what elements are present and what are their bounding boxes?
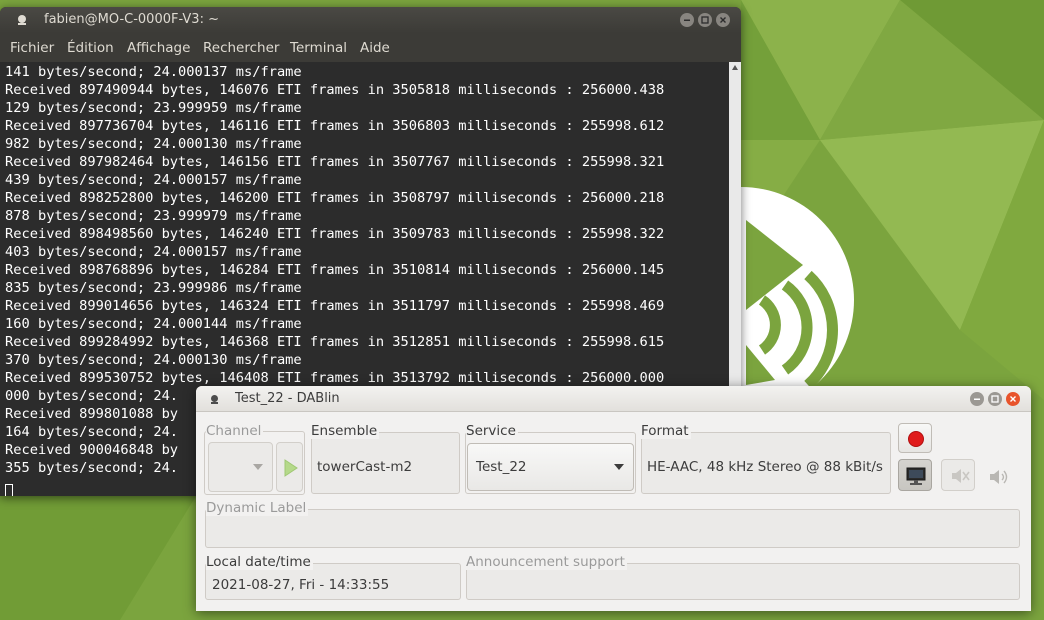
menu-affichage[interactable]: Affichage	[127, 40, 190, 56]
scroll-up-icon[interactable]	[731, 64, 739, 72]
minimize-icon	[974, 398, 980, 400]
channel-combobox[interactable]	[208, 442, 273, 492]
local-datetime-value: 2021-08-27, Fri - 14:33:55	[212, 577, 390, 593]
terminal-line: 835 bytes/second; 23.999986 ms/frame	[5, 280, 302, 296]
terminal-line: 160 bytes/second; 24.000144 ms/frame	[5, 316, 302, 332]
service-label: Service	[466, 423, 518, 439]
dablin-title: Test_22 - DABlin	[235, 391, 340, 406]
maximize-icon	[701, 16, 709, 24]
terminal-title: fabien@MO-C-0000F-V3: ~	[44, 12, 219, 27]
monitor-icon	[906, 467, 926, 485]
terminal-line: 141 bytes/second; 24.000137 ms/frame	[5, 64, 302, 80]
chevron-down-icon	[253, 464, 263, 470]
dynamic-label-frame	[205, 509, 1020, 548]
terminal-line: Received 899284992 bytes, 146368 ETI fra…	[5, 334, 665, 350]
ensemble-value: towerCast-m2	[317, 459, 413, 475]
menu-fichier[interactable]: Fichier	[10, 40, 54, 56]
minimize-icon	[684, 19, 690, 21]
dablin-titlebar[interactable]: Test_22 - DABlin	[196, 386, 1031, 412]
maximize-button[interactable]	[698, 13, 712, 27]
app-dot-icon	[18, 15, 26, 25]
minimize-button[interactable]	[680, 13, 694, 27]
app-dot-icon	[211, 395, 218, 404]
terminal-line: 439 bytes/second; 24.000157 ms/frame	[5, 172, 302, 188]
terminal-line: 878 bytes/second; 23.999979 ms/frame	[5, 208, 302, 224]
slideshow-toggle-button[interactable]	[898, 459, 932, 491]
terminal-line: Received 898498560 bytes, 146240 ETI fra…	[5, 226, 665, 242]
menu-terminal[interactable]: Terminal	[290, 40, 347, 56]
channel-label: Channel	[206, 423, 264, 439]
terminal-cursor	[5, 484, 13, 496]
ensemble-label: Ensemble	[311, 423, 380, 439]
maximize-icon	[991, 395, 999, 403]
play-icon	[284, 459, 298, 477]
close-icon	[1010, 396, 1016, 402]
dablin-window[interactable]: Test_22 - DABlin Channel Ensemble towerC…	[196, 386, 1031, 611]
chevron-down-icon	[614, 464, 624, 470]
service-value: Test_22	[476, 459, 527, 475]
mute-button[interactable]	[941, 459, 975, 491]
close-button[interactable]	[1006, 392, 1020, 406]
close-button[interactable]	[716, 13, 730, 27]
speaker-icon[interactable]	[987, 466, 1013, 488]
local-datetime-label: Local date/time	[206, 554, 313, 570]
terminal-line: Received 899530752 bytes, 146408 ETI fra…	[5, 370, 665, 386]
record-button[interactable]	[898, 423, 932, 453]
menu-rechercher[interactable]: Rechercher	[203, 40, 279, 56]
maximize-button[interactable]	[988, 392, 1002, 406]
minimize-button[interactable]	[970, 392, 984, 406]
menu-edition[interactable]: Édition	[67, 40, 114, 56]
terminal-line: 982 bytes/second; 24.000130 ms/frame	[5, 136, 302, 152]
terminal-menubar: Fichier Édition Affichage Rechercher Ter…	[0, 33, 741, 62]
format-value: HE-AAC, 48 kHz Stereo @ 88 kBit/s	[647, 459, 883, 475]
service-combobox[interactable]: Test_22	[467, 443, 634, 491]
terminal-line: Received 899014656 bytes, 146324 ETI fra…	[5, 298, 665, 314]
dynamic-label-label: Dynamic Label	[206, 500, 309, 516]
terminal-line: Received 897982464 bytes, 146156 ETI fra…	[5, 154, 665, 170]
terminal-line: Received 897490944 bytes, 146076 ETI fra…	[5, 82, 665, 98]
terminal-line: Received 897736704 bytes, 146116 ETI fra…	[5, 118, 665, 134]
terminal-titlebar[interactable]: fabien@MO-C-0000F-V3: ~	[0, 7, 741, 33]
format-label: Format	[641, 423, 691, 439]
terminal-line: 370 bytes/second; 24.000130 ms/frame	[5, 352, 302, 368]
terminal-line: 403 bytes/second; 24.000157 ms/frame	[5, 244, 302, 260]
play-button[interactable]	[276, 442, 303, 492]
close-icon	[720, 17, 726, 23]
record-icon	[908, 431, 924, 447]
terminal-line: Received 898252800 bytes, 146200 ETI fra…	[5, 190, 665, 206]
terminal-line: 129 bytes/second; 23.999959 ms/frame	[5, 100, 302, 116]
announcement-label: Announcement support	[466, 554, 627, 570]
mute-icon	[952, 469, 970, 483]
menu-aide[interactable]: Aide	[360, 40, 390, 56]
terminal-line: Received 898768896 bytes, 146284 ETI fra…	[5, 262, 665, 278]
